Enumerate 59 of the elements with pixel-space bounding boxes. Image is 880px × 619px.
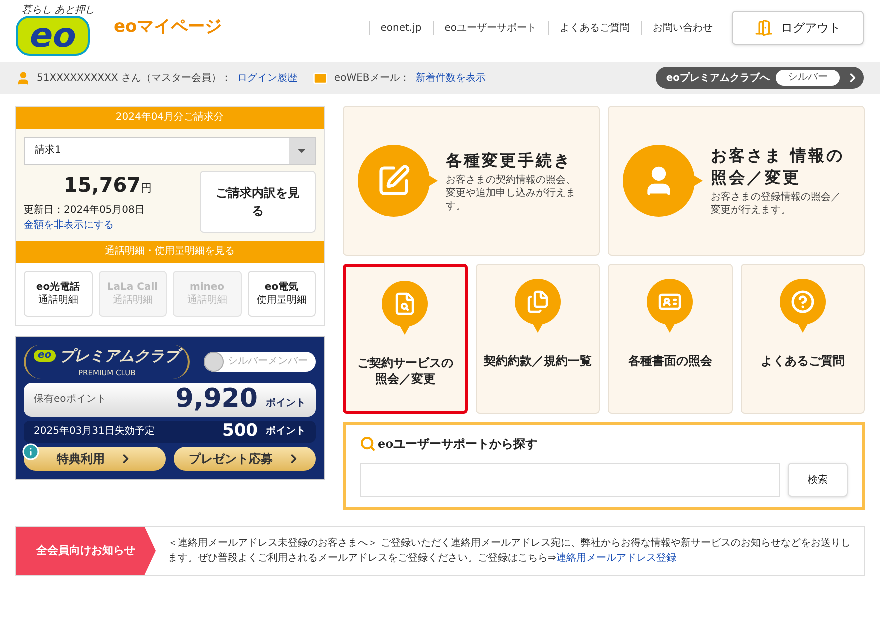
points-value: 9,920	[176, 383, 258, 416]
expiry-label: 2025年03月31日失効予定	[34, 424, 155, 439]
club-action-button[interactable]: 特典利用	[24, 446, 166, 470]
search-field[interactable]	[360, 463, 780, 497]
notice-text: ＜連絡用メールアドレス未登録のお客さまへ＞ ご登録いただく連絡用メールアドレス宛に、弊社からお得な情報や新サービスのお知らせなどをお送りします。ぜひ普段よくご利用されるメールアドレスをご登録ください。ご登録はこちら⇒連絡用メールアドレス登録	[167, 536, 852, 566]
notice-label: 全会員向けお知らせ	[16, 527, 156, 575]
usage-title: 通話明細・使用量明細を見る	[16, 241, 324, 263]
billing-amount: 15,767	[64, 173, 142, 197]
login-history-link[interactable]: ログイン履歴	[237, 70, 298, 86]
notice-icon	[22, 442, 40, 460]
club-action-button[interactable]: プレゼント応募	[174, 446, 316, 470]
usage-detail-button[interactable]: eo光電話 通話明細	[24, 271, 92, 317]
billing-select[interactable]: 請求1	[24, 137, 316, 165]
menu-tile[interactable]: お客さま 情報の照会／変更 お客さまの登録情報の照会／変更が行えます。	[608, 106, 865, 256]
nav-link[interactable]: eoユーザーサポート	[434, 20, 548, 36]
person-icon	[623, 145, 705, 217]
search-icon	[360, 436, 376, 452]
rank-badge: シルバー	[776, 70, 840, 86]
expiry-unit: ポイント	[266, 425, 306, 439]
logo-tagline: 暮らし あと押し	[22, 4, 96, 16]
select-value: 請求1	[34, 144, 62, 158]
user-icon	[16, 70, 31, 86]
club-logo: eo	[34, 350, 56, 362]
menu-tile[interactable]: 各種変更手続き お客さまの契約情報の照会、変更や追加申し込みが行えます。	[343, 106, 600, 256]
logo-text: eo	[16, 16, 90, 56]
nav-link[interactable]: お問い合わせ	[642, 20, 724, 36]
search-button[interactable]: 検索	[788, 463, 848, 497]
site-title: eoマイページ	[114, 16, 222, 40]
user-name: 51XXXXXXXXXX さん（マスター会員）：	[37, 72, 232, 86]
billing-title: 2024年04月分ご請求分	[16, 107, 324, 129]
expiry-points: 500	[222, 420, 258, 443]
member-badge: シルバーメンバー	[204, 352, 316, 372]
id-card-icon	[647, 279, 694, 333]
menu-tile[interactable]: 各種書面の照会	[608, 264, 732, 414]
updated-date: 更新日：2024年05月08日	[24, 204, 146, 218]
menu-tile[interactable]: 契約約款／規約一覧	[476, 264, 600, 414]
hide-amount-link[interactable]: 金額を非表示にする	[24, 218, 192, 233]
medal-icon	[204, 352, 224, 372]
new-mail-link[interactable]: 新着件数を表示	[416, 70, 486, 86]
currency-label: 円	[141, 180, 152, 196]
points-label: 保有eoポイント	[34, 393, 106, 407]
register-email-link[interactable]: 連絡用メールアドレス登録	[556, 553, 676, 564]
points-unit: ポイント	[266, 397, 306, 411]
question-icon	[780, 279, 826, 333]
premium-club-button[interactable]: eoプレミアムクラブへ シルバー	[656, 67, 864, 89]
nav-link[interactable]: よくあるご質問	[549, 20, 641, 36]
eo-logo[interactable]: 暮らし あと押し eo	[16, 0, 94, 56]
document-pen-icon	[358, 145, 440, 217]
door-icon	[755, 19, 773, 37]
billing-detail-button[interactable]: ご請求内訳を見る	[200, 171, 316, 233]
nav-link[interactable]: eonet.jp	[370, 20, 433, 36]
documents-icon	[514, 279, 561, 333]
usage-detail-button[interactable]: eo電気 使用量明細	[248, 271, 316, 317]
document-search-icon	[382, 281, 428, 335]
menu-tile[interactable]: よくあるご質問	[740, 264, 865, 414]
support-search-title: eoユーザーサポートから探す	[378, 436, 538, 453]
logout-button[interactable]: ログアウト	[732, 11, 864, 45]
mail-label: eoWEBメール：	[334, 72, 410, 86]
menu-tile[interactable]: ご契約サービスの照会／変更	[343, 264, 468, 414]
